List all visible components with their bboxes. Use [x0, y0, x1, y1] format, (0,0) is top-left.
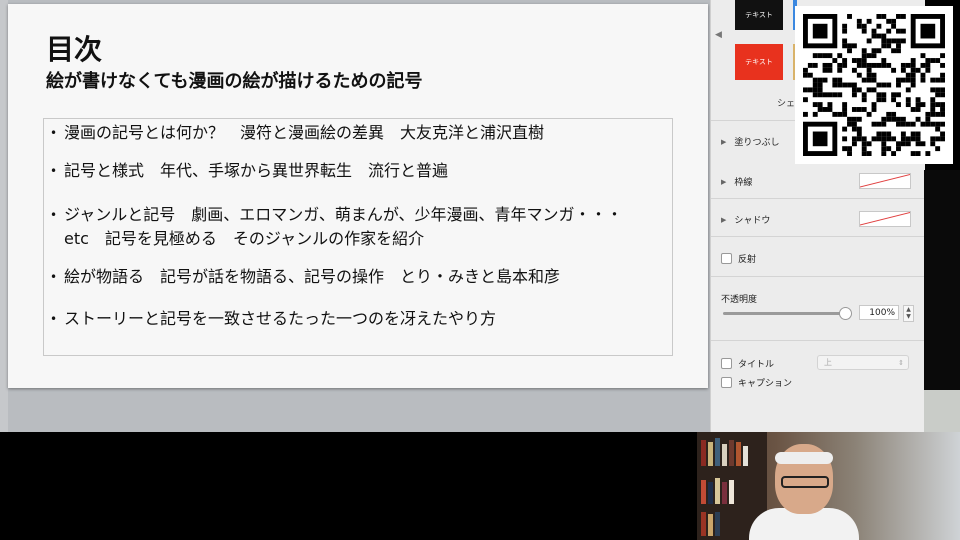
qr-code-image: [803, 14, 945, 156]
book: [729, 440, 734, 466]
book: [708, 482, 713, 504]
slide-title[interactable]: 目次: [46, 28, 102, 68]
divider: [711, 198, 925, 199]
book: [715, 478, 720, 504]
title-label: タイトル: [738, 360, 775, 370]
triangle-right-icon: ▶: [721, 177, 727, 186]
text-style-dark[interactable]: テキスト: [735, 0, 783, 30]
slide-canvas[interactable]: 目次 絵が書けなくても漫画の絵が描けるための記号 • 漫画の記号とは何か？ 漫符と…: [0, 0, 710, 432]
triangle-right-icon: ▶: [721, 137, 727, 146]
caption-label: キャプション: [738, 379, 793, 389]
opacity-stepper[interactable]: ▲ ▼: [903, 305, 914, 322]
list-item: • ストーリーと記号を一致させるたった一つのを冴えたやり方: [50, 307, 624, 331]
book: [743, 446, 748, 466]
book: [715, 512, 720, 536]
book: [722, 444, 727, 466]
bullet-text: 漫画の記号とは何か？ 漫符と漫画絵の差異 大友克洋と浦沢直樹: [64, 123, 545, 142]
bullet-marker: •: [50, 312, 58, 326]
reflection-row[interactable]: 反射: [721, 252, 756, 265]
shadow-label: シャドウ: [734, 216, 771, 226]
bullet-marker: •: [50, 208, 58, 222]
slide-subtitle[interactable]: 絵が書けなくても漫画の絵が描けるための記号: [46, 67, 423, 93]
book: [701, 440, 706, 466]
bullet-text: ストーリーと記号を一致させるたった一つのを冴えたやり方: [64, 309, 497, 328]
opacity-slider-knob[interactable]: [839, 307, 852, 320]
bullet-marker: •: [50, 126, 58, 140]
triangle-right-icon: ▶: [721, 215, 727, 224]
fill-disclosure[interactable]: ▶ 塗りつぶし: [721, 135, 780, 149]
book: [701, 512, 706, 536]
webcam-background: [924, 390, 960, 432]
border-label: 枠線: [734, 178, 753, 188]
caption-checkbox[interactable]: [721, 377, 732, 388]
reflection-label: 反射: [738, 255, 757, 265]
chevron-updown-icon: ⇕: [898, 359, 904, 367]
title-position-value: 上: [824, 358, 832, 367]
bullet-marker: •: [50, 270, 58, 284]
list-item: • 絵が物語る 記号が話を物語る、記号の操作 とり・みきと島本和彦: [50, 265, 624, 289]
bullet-textbox[interactable]: • 漫画の記号とは何か？ 漫符と漫画絵の差異 大友克洋と浦沢直樹 • 記号と様式 年…: [43, 118, 673, 356]
opacity-label: 不透明度: [721, 295, 758, 305]
list-item: • 漫画の記号とは何か？ 漫符と漫画絵の差異 大友克洋と浦沢直樹: [50, 121, 624, 145]
reflection-checkbox[interactable]: [721, 253, 732, 264]
shadow-none-swatch[interactable]: [859, 211, 911, 227]
book: [722, 482, 727, 504]
book: [715, 438, 720, 466]
divider: [711, 276, 925, 277]
divider: [711, 340, 925, 341]
chevron-left-icon[interactable]: ◀: [715, 30, 722, 40]
book: [708, 514, 713, 536]
bullet-text: 絵が物語る 記号が話を物語る、記号の操作 とり・みきと島本和彦: [64, 267, 561, 286]
slide[interactable]: 目次 絵が書けなくても漫画の絵が描けるための記号 • 漫画の記号とは何か？ 漫符と…: [8, 4, 708, 388]
bullet-marker: •: [50, 164, 58, 178]
glasses: [781, 476, 829, 488]
fill-label: 塗りつぶし: [734, 138, 780, 148]
list-item: • ジャンルと記号 劇画、エロマンガ、萌まんが、少年漫画、青年マンガ・・・etc …: [50, 203, 624, 251]
canvas-left-edge: [0, 0, 8, 432]
title-checkbox[interactable]: [721, 358, 732, 369]
book: [736, 442, 741, 466]
bullet-text: 記号と様式 年代、手塚から異世界転生 流行と普遍: [64, 161, 449, 180]
shadow-disclosure[interactable]: ▶ シャドウ: [721, 213, 771, 227]
border-disclosure[interactable]: ▶ 枠線: [721, 175, 753, 189]
caption-row[interactable]: キャプション: [721, 376, 792, 389]
headband: [775, 452, 833, 464]
style-caption: シェ: [777, 99, 796, 109]
book: [729, 480, 734, 504]
webcam-video: [697, 432, 960, 540]
list-item: • 記号と様式 年代、手塚から異世界転生 流行と普遍: [50, 159, 624, 183]
title-row[interactable]: タイトル: [721, 357, 774, 370]
text-style-red[interactable]: テキスト: [735, 44, 783, 80]
opacity-slider-track[interactable]: [723, 312, 845, 315]
opacity-field[interactable]: 100%: [859, 305, 899, 320]
title-position-select[interactable]: 上 ⇕: [817, 355, 909, 370]
book: [708, 442, 713, 466]
background-strip: [924, 170, 960, 390]
border-none-swatch[interactable]: [859, 173, 911, 189]
qr-code: [795, 6, 953, 164]
bullet-text: ジャンルと記号 劇画、エロマンガ、萌まんが、少年漫画、青年マンガ・・・etc 記…: [64, 205, 623, 248]
book: [701, 480, 706, 504]
divider: [711, 236, 925, 237]
